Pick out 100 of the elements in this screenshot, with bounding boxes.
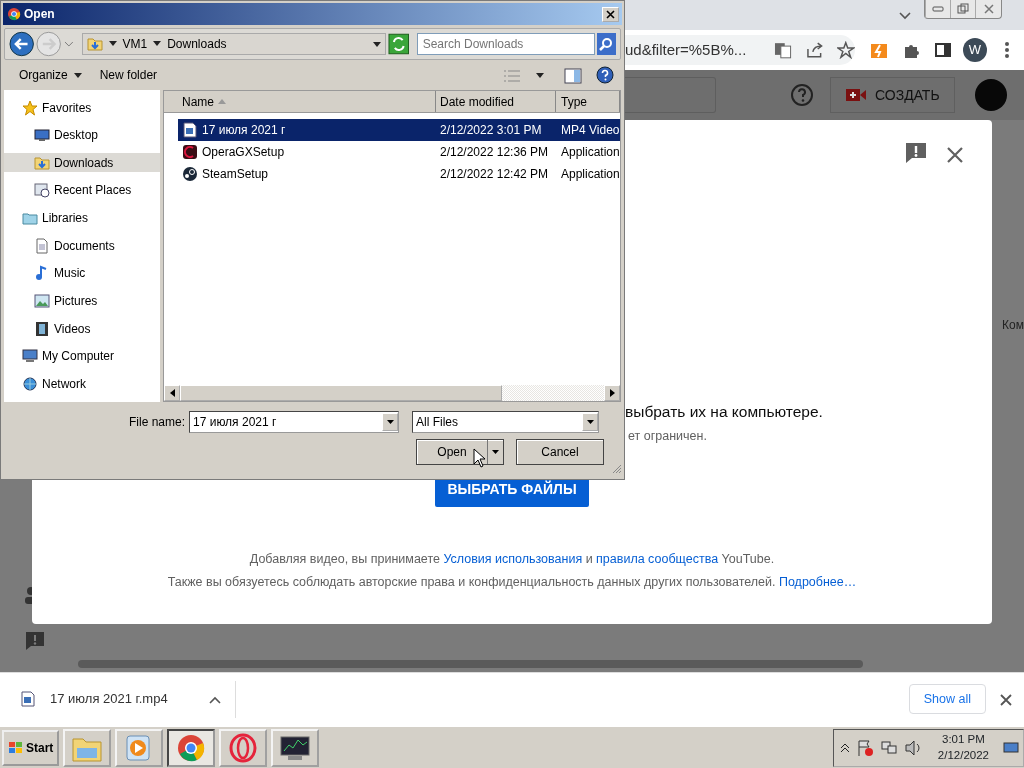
translate-icon[interactable]: [774, 41, 792, 59]
search-button[interactable]: [596, 33, 616, 55]
caret-down-icon[interactable]: [108, 41, 117, 47]
nav-item[interactable]: My Computer: [4, 346, 160, 366]
file-row[interactable]: OperaGXSetup 2/12/2022 12:36 PM Application: [178, 141, 620, 163]
new-folder-button[interactable]: New folder: [95, 64, 162, 86]
caret-up-icon[interactable]: [839, 742, 850, 753]
network-icon: [22, 375, 38, 392]
feedback-icon[interactable]: [905, 141, 927, 164]
arrow-left-icon: [169, 389, 175, 397]
app-icon: [182, 166, 198, 182]
desktop-icon: [34, 127, 50, 144]
file-type-dropdown[interactable]: All Files: [412, 411, 599, 433]
caret-down-icon[interactable]: [373, 41, 382, 48]
show-all-button[interactable]: Show all: [908, 684, 986, 714]
side-label: Ком: [1002, 317, 1024, 334]
terms-link[interactable]: Подробнее…: [778, 575, 857, 589]
help-icon[interactable]: [596, 66, 614, 85]
file-name-label: File name:: [127, 414, 186, 431]
terms-text: Также вы обязуетесь соблюдать авторские права и конфиденциальность данных других пользователей. Подробнее…: [166, 574, 858, 591]
download-folder-icon: [34, 154, 50, 171]
dropdown-icon[interactable]: [63, 40, 74, 48]
show-desktop-icon[interactable]: [1003, 739, 1019, 756]
library-icon: [22, 210, 38, 226]
download-item[interactable]: 17 июля 2021 г.mp4: [0, 680, 236, 718]
cancel-button[interactable]: Cancel: [516, 439, 604, 465]
video-file-icon: [20, 691, 36, 707]
recent-places-icon: [34, 182, 50, 199]
terms-link[interactable]: Условия использования: [443, 552, 583, 566]
scrollbar[interactable]: [78, 660, 863, 668]
channel-avatar[interactable]: [974, 79, 1007, 111]
menu-icon[interactable]: [1004, 41, 1010, 59]
window-title: Open: [24, 6, 55, 23]
restore-icon: [957, 3, 969, 15]
ring-icon: [228, 732, 259, 763]
file-type: Application: [560, 166, 620, 183]
nav-item[interactable]: Libraries: [4, 208, 160, 228]
nav-item[interactable]: Network: [4, 374, 160, 394]
file-date: 2/12/2022 12:36 PM: [439, 144, 550, 161]
cursor-icon: [473, 448, 486, 468]
search-field[interactable]: Search Downloads: [416, 33, 595, 55]
file-type: MP4 Video: [560, 122, 620, 139]
create-button[interactable]: СОЗДАТЬ: [830, 77, 955, 113]
breadcrumb-item[interactable]: VM1: [122, 35, 148, 53]
back-icon[interactable]: [9, 31, 35, 57]
nav-item[interactable]: Music: [4, 263, 160, 283]
flag-icon[interactable]: [855, 738, 874, 757]
file-date: 2/12/2022 3:01 PM: [439, 122, 543, 139]
file-type: Application: [560, 144, 620, 161]
nav-item[interactable]: Videos: [4, 319, 160, 338]
nav-item[interactable]: Documents: [4, 236, 160, 256]
caret-up-icon[interactable]: [209, 695, 221, 704]
caret-down-icon[interactable]: [153, 41, 162, 47]
profile-avatar[interactable]: W: [963, 38, 987, 62]
caret-down-icon[interactable]: [536, 73, 544, 79]
app-icon: [182, 144, 198, 160]
search-icon: [599, 37, 614, 51]
nav-item[interactable]: Desktop: [4, 125, 160, 145]
close-icon: [606, 9, 615, 19]
address-bar[interactable]: VM1 Downloads: [81, 33, 387, 55]
breadcrumb-item[interactable]: Downloads: [167, 35, 227, 53]
nav-item[interactable]: Pictures: [4, 291, 160, 311]
sort-caret-icon: [218, 99, 226, 104]
speaker-icon[interactable]: [903, 738, 922, 757]
browser-icon: [7, 7, 21, 21]
close-icon[interactable]: [946, 145, 964, 164]
network-icon[interactable]: [879, 738, 898, 757]
nav-item[interactable]: Downloads: [4, 153, 160, 173]
share-icon[interactable]: [805, 41, 824, 59]
file-name-field[interactable]: 17 июля 2021 г: [189, 411, 399, 433]
nav-item[interactable]: Favorites: [4, 98, 160, 117]
windows-flag-icon: [8, 740, 24, 755]
chevron-icon[interactable]: [899, 12, 911, 20]
scroll-thumb[interactable]: [180, 385, 502, 401]
organize-menu[interactable]: Organize: [15, 64, 86, 86]
address-text: ud&filter=%5B%...: [625, 39, 747, 60]
terms-link[interactable]: правила сообщества: [596, 552, 719, 566]
star-outline-icon[interactable]: [837, 41, 855, 59]
browser-icon: [176, 732, 207, 763]
close-icon: [982, 4, 995, 14]
caret-down-icon: [73, 72, 82, 78]
preview-pane-icon[interactable]: [564, 67, 582, 84]
file-row[interactable]: 17 июля 2021 г 2/12/2022 3:01 PM MP4 Video: [178, 119, 620, 141]
film-icon: [34, 320, 50, 337]
caret-down-icon: [492, 450, 499, 454]
file-date: 2/12/2022 12:42 PM: [439, 166, 550, 183]
caret-down-icon: [586, 420, 594, 424]
computer-icon: [22, 348, 38, 365]
scroll-right-button[interactable]: [604, 385, 620, 401]
refresh-icon[interactable]: [388, 33, 410, 55]
start-button[interactable]: Start: [2, 729, 60, 766]
close-icon[interactable]: [1000, 693, 1012, 706]
arrow-right-icon: [609, 389, 615, 397]
open-button[interactable]: Open: [416, 439, 504, 465]
nav-item[interactable]: Recent Places: [4, 180, 160, 200]
upload-note: ет ограничен.: [628, 428, 707, 445]
side-panel-icon[interactable]: [935, 42, 951, 58]
file-row[interactable]: SteamSetup 2/12/2022 12:42 PM Application: [178, 163, 620, 185]
taskbar-button[interactable]: [167, 728, 216, 767]
scroll-left-button[interactable]: [164, 385, 180, 401]
